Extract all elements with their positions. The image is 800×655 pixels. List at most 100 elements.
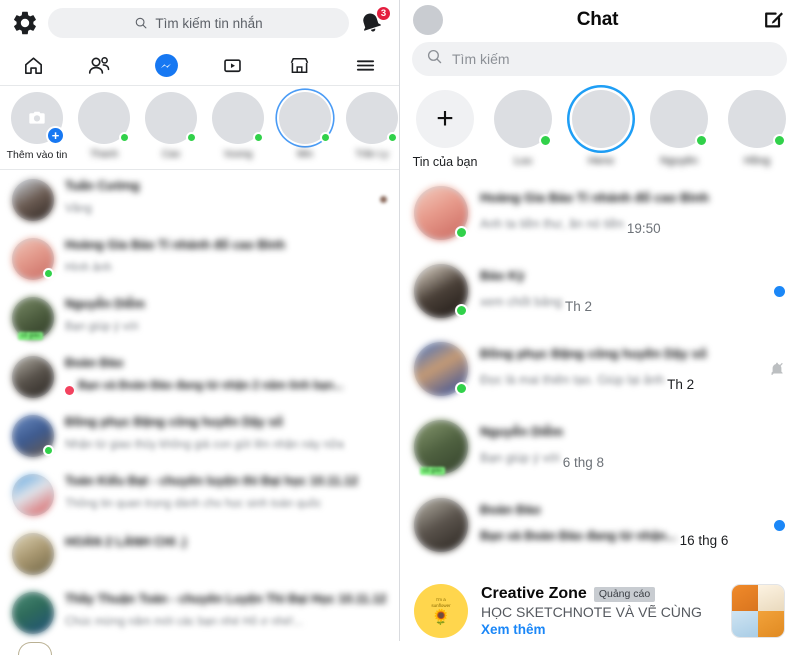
online-indicator xyxy=(43,444,54,456)
story-your-story[interactable]: + Tin của bạn xyxy=(406,90,484,169)
bottom-partial-avatar xyxy=(0,641,400,655)
nav-tab-home[interactable] xyxy=(0,46,67,85)
right-topbar: Chat xyxy=(400,0,799,40)
compose-icon[interactable] xyxy=(762,8,786,32)
contact-name: Nguyễn Diễm xyxy=(480,423,564,439)
message-preview: Thông tin quan trọng dành cho học sinh t… xyxy=(65,497,322,510)
avatar xyxy=(12,178,54,221)
avatar xyxy=(414,498,468,552)
message-preview: Anh ta tiền thư, ăn nó tiền xyxy=(480,216,624,231)
story-label: Vuong xyxy=(223,149,253,160)
story-item[interactable]: Vuong xyxy=(205,92,271,163)
thread-status-dot xyxy=(380,196,387,203)
avatar xyxy=(414,264,468,318)
list-item[interactable]: Thầy Thuận Toán - chuyên Luyện Thi Đại H… xyxy=(0,583,399,642)
group-tag: cô giáo xyxy=(420,467,446,475)
story-label: Thêm vào tin xyxy=(6,149,68,161)
story-avatar xyxy=(650,90,708,148)
search-input[interactable]: Tìm kiếm tin nhắn xyxy=(48,8,349,38)
story-item[interactable]: Luu xyxy=(484,90,562,170)
search-placeholder: Tìm kiếm xyxy=(452,51,510,67)
gear-icon[interactable] xyxy=(11,9,39,37)
story-item[interactable]: Trần Ly xyxy=(339,92,399,163)
avatar xyxy=(414,186,468,240)
story-label: Luu xyxy=(513,155,533,167)
contact-name: Hoàng Gia Bảo Tí nhánh đổ cao Bình xyxy=(480,189,709,205)
list-item[interactable]: Hoàng Gia Bảo Tí nhánh đổ cao Bình Hình … xyxy=(0,229,399,288)
nav-tab-messenger-active[interactable] xyxy=(133,46,200,85)
message-preview: Vâng xyxy=(65,202,92,215)
story-item-unseen[interactable]: Min xyxy=(272,92,338,163)
avatar xyxy=(12,473,54,516)
avatar xyxy=(12,237,54,280)
online-indicator xyxy=(455,226,468,239)
story-avatar xyxy=(145,92,197,144)
nav-tab-marketplace[interactable] xyxy=(266,46,333,85)
story-label: Hồng xyxy=(743,155,771,167)
list-item[interactable]: Hoàng Gia Bảo Tí nhánh đổ cao Bình Anh t… xyxy=(400,174,799,252)
online-indicator xyxy=(387,132,398,143)
sponsored-ad-item[interactable]: I'm a sunflower 🌻 Creative Zone Quảng cá… xyxy=(400,569,799,655)
muted-bell-icon xyxy=(769,361,785,377)
avatar xyxy=(12,591,54,634)
list-item[interactable]: Đồng phục Đặng công huyền Dậy số Nhận từ… xyxy=(0,406,399,465)
nav-tab-friends[interactable] xyxy=(67,46,134,85)
story-label: Cao xyxy=(161,149,181,160)
story-item[interactable]: Hồng xyxy=(718,90,796,170)
list-item[interactable]: Bảo Kỳ xem chốt bảng Th 2 xyxy=(400,252,799,330)
search-input[interactable]: Tìm kiếm xyxy=(412,42,787,76)
ad-cta-link[interactable]: Xem thêm xyxy=(481,622,718,637)
search-placeholder: Tìm kiếm tin nhắn xyxy=(155,15,263,31)
story-item[interactable]: Nguyễn xyxy=(640,90,718,170)
nav-tab-menu[interactable] xyxy=(333,46,400,85)
online-indicator xyxy=(119,132,130,143)
avatar: cô giáo xyxy=(414,420,468,475)
plus-icon: + xyxy=(416,90,474,148)
right-search-wrap: Tìm kiếm xyxy=(400,40,799,82)
online-indicator xyxy=(455,382,468,395)
avatar xyxy=(414,342,468,396)
list-item[interactable]: Đoàn Đào Bạn và Đoàn Đào đang từ nhận 2 … xyxy=(0,347,399,406)
list-item[interactable]: Tuấn Cường Vâng xyxy=(0,170,399,229)
story-item[interactable]: Thanh xyxy=(71,92,137,163)
sunflower-icon: 🌻 xyxy=(431,609,451,627)
list-item[interactable]: cô giáo Nguyễn Diễm Bạn giúp ý với xyxy=(0,288,399,347)
online-indicator xyxy=(455,304,468,317)
story-label: Tin của bạn xyxy=(412,155,478,169)
advertiser-avatar: I'm a sunflower 🌻 xyxy=(414,584,468,638)
list-item[interactable]: Đồng phục Đặng công huyền Dậy số Đọc là … xyxy=(400,330,799,408)
story-item-unseen[interactable]: Heno xyxy=(562,90,640,170)
plus-icon: + xyxy=(46,126,65,145)
contact-name: Tuấn Cường xyxy=(65,178,140,193)
page-title: Chat xyxy=(576,9,619,30)
right-conversation-list[interactable]: Hoàng Gia Bảo Tí nhánh đổ cao Bình Anh t… xyxy=(400,174,799,569)
contact-name: Đoàn Đào xyxy=(480,501,541,517)
unread-indicator xyxy=(774,285,785,297)
sponsored-badge: Quảng cáo xyxy=(593,586,656,602)
message-preview: Chúc mừng năm mới các bạn nhé Hổ ơ nhé!.… xyxy=(65,615,304,628)
message-preview: Nhận từ giao thủy không giá con gửi lên … xyxy=(65,438,344,451)
left-conversation-list[interactable]: Tuấn Cường Vâng Hoàng Gia Bảo Tí nhánh đ… xyxy=(0,170,399,655)
nav-tab-watch[interactable] xyxy=(200,46,267,85)
story-label: Heno xyxy=(587,155,615,167)
list-item[interactable]: HOÀN 2 LÀNH CHI .) xyxy=(0,524,399,583)
notifications-bell-button[interactable]: 3 xyxy=(358,6,391,37)
reaction-heart-icon xyxy=(65,385,74,395)
list-item[interactable]: Toán Kiểu Đạt - chuyên luyện thi Đại học… xyxy=(0,465,399,524)
contact-name: Đồng phục Đặng công huyền Dậy số xyxy=(480,345,707,361)
story-item[interactable]: Cao xyxy=(138,92,204,163)
list-item[interactable]: Đoàn Đào Bạn và Đoàn Đào đang từ nhận...… xyxy=(400,486,799,564)
story-label: Nguyễn xyxy=(660,155,698,167)
online-indicator xyxy=(43,267,54,279)
message-preview: Đọc là mai thiên tạo. Giúp lại ảnh xyxy=(480,372,665,387)
avatar[interactable] xyxy=(413,5,443,35)
ad-thumbnail[interactable] xyxy=(731,584,785,638)
online-indicator xyxy=(695,134,708,147)
timestamp: 19:50 xyxy=(626,220,661,236)
list-item[interactable]: cô giáo Nguyễn Diễm Bạn giúp ý với 6 thg… xyxy=(400,408,799,486)
contact-name: Toán Kiểu Đạt - chuyên luyện thi Đại học… xyxy=(65,473,358,488)
story-avatar xyxy=(494,90,552,148)
story-avatar xyxy=(78,92,130,144)
story-add-to-story[interactable]: + Thêm vào tin xyxy=(4,92,70,161)
story-avatar xyxy=(728,90,786,148)
